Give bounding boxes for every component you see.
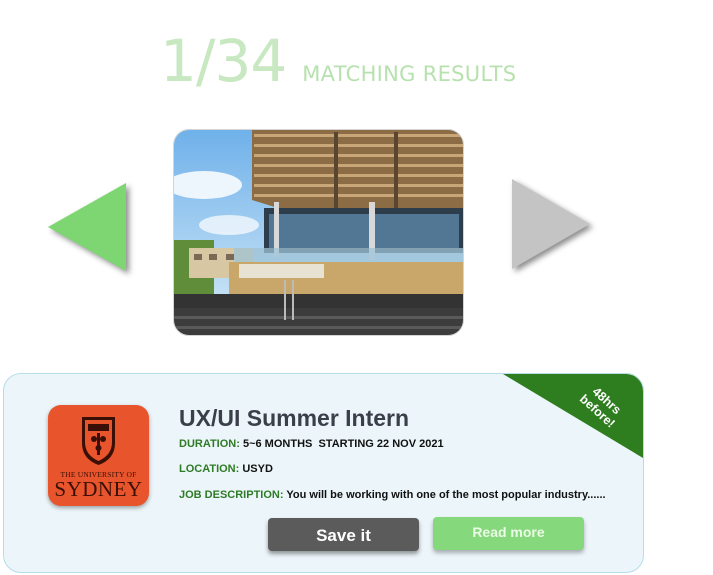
job-location: LOCATION: USYD: [179, 463, 273, 475]
logo-text-line2: SYDNEY: [54, 477, 143, 501]
location-value: USYD: [242, 463, 273, 475]
results-counter: 1/34 MATCHING RESULTS: [160, 30, 516, 90]
description-value: You will be working with one of the most…: [286, 489, 606, 501]
location-label: LOCATION:: [179, 463, 240, 475]
job-photo: [173, 129, 464, 336]
description-label: JOB DESCRIPTION:: [179, 489, 284, 501]
job-title: UX/UI Summer Intern: [179, 405, 410, 431]
next-arrow-icon[interactable]: [512, 179, 590, 269]
save-button[interactable]: Save it: [268, 518, 419, 551]
previous-arrow-icon[interactable]: [48, 183, 126, 271]
duration-value: 5~6 MONTHS STARTING 22 NOV 2021: [242, 438, 444, 450]
deadline-ribbon-text: 48hrs before!: [576, 384, 624, 431]
job-card[interactable]: 48hrs before! THE UNIVERSITY OF SYDNEY U…: [3, 373, 644, 573]
job-duration: DURATION: 5~6 MONTHS STARTING 22 NOV 202…: [179, 438, 444, 450]
duration-label: DURATION:: [179, 438, 240, 450]
results-count: 1/34: [160, 27, 287, 95]
results-label: MATCHING RESULTS: [302, 62, 517, 86]
read-more-button[interactable]: Read more: [433, 517, 584, 550]
building-photo-image: [174, 130, 463, 335]
deadline-ribbon: 48hrs before!: [503, 374, 643, 458]
university-logo: THE UNIVERSITY OF SYDNEY: [48, 405, 149, 506]
job-description: JOB DESCRIPTION: You will be working wit…: [179, 489, 606, 501]
